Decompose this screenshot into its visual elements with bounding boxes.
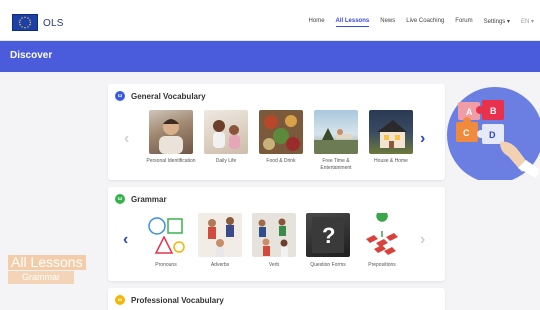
- lesson-tile-pronouns[interactable]: [144, 213, 188, 257]
- side-overlay-title: All Lessons: [8, 255, 86, 270]
- carousel-prev-icon[interactable]: ‹: [124, 131, 129, 147]
- page-title: Discover: [10, 50, 53, 61]
- section-badge-icon: ω: [115, 91, 125, 101]
- nav-news[interactable]: News: [380, 18, 395, 27]
- puzzle-piece-b: B: [490, 106, 497, 116]
- lesson-tile-verb[interactable]: [252, 213, 296, 257]
- section-header: ω Grammar: [115, 194, 167, 204]
- nav-language[interactable]: EN ▾: [521, 18, 534, 27]
- carousel-next-icon[interactable]: ›: [420, 232, 425, 248]
- section-title: Grammar: [131, 194, 167, 204]
- lesson-tile-food-drink[interactable]: [259, 110, 303, 154]
- lesson-tile-question-forms[interactable]: ?: [306, 213, 350, 257]
- carousel-next-icon[interactable]: ›: [420, 131, 425, 147]
- lesson-label: Question Forms: [310, 262, 346, 268]
- section-title: General Vocabulary: [131, 91, 206, 101]
- discover-band: Discover: [0, 41, 540, 72]
- section-badge-icon: ω: [115, 295, 125, 305]
- lesson-label: House & Home: [374, 158, 408, 164]
- puzzle-piece-d: D: [489, 130, 496, 140]
- lesson-label: Verb: [268, 262, 280, 268]
- lesson-tile-daily-life[interactable]: [204, 110, 248, 154]
- nav-forum[interactable]: Forum: [455, 18, 472, 27]
- top-navbar: OLS Home All Lessons News Live Coaching …: [0, 0, 540, 41]
- puzzle-illustration: A B C D: [440, 80, 540, 183]
- puzzle-piece-a: A: [466, 107, 473, 117]
- lesson-label: Adverbs: [210, 262, 230, 268]
- carousel-prev-icon[interactable]: ‹: [123, 232, 128, 248]
- nav-settings[interactable]: Settings ▾: [484, 18, 510, 27]
- section-grammar: ω Grammar ‹ › Pronouns Adverbs Verb ? Qu…: [108, 187, 445, 281]
- section-general-vocabulary: ω General Vocabulary ‹ › Personal Identi…: [108, 84, 445, 180]
- lesson-label: Pronouns: [155, 262, 177, 268]
- lesson-tile-prepositions[interactable]: [360, 213, 404, 257]
- lesson-label: Food & Drink: [266, 158, 296, 164]
- section-professional-vocabulary: ω Professional Vocabulary: [108, 288, 445, 310]
- nav-all-lessons[interactable]: All Lessons: [335, 18, 370, 27]
- section-header: ω General Vocabulary: [115, 91, 206, 101]
- question-mark-icon: ?: [322, 223, 335, 248]
- lesson-tile-house-home[interactable]: [369, 110, 413, 154]
- lesson-label: Daily Life: [215, 158, 237, 164]
- nav-live-coaching[interactable]: Live Coaching: [406, 18, 444, 27]
- section-header: ω Professional Vocabulary: [115, 295, 224, 305]
- section-title: Professional Vocabulary: [131, 295, 224, 305]
- puzzle-piece-c: C: [463, 128, 470, 138]
- lesson-tile-free-time[interactable]: [314, 110, 358, 154]
- nav-home[interactable]: Home: [309, 18, 325, 27]
- lesson-label: Personal Identification: [146, 158, 196, 164]
- eu-flag-icon[interactable]: [12, 14, 38, 31]
- side-overlay-subtitle: Grammar: [8, 271, 74, 284]
- lesson-label: Free Time & Entertainment: [320, 158, 352, 171]
- lesson-label: Prepositions: [368, 262, 396, 268]
- lesson-tile-adverbs[interactable]: [198, 213, 242, 257]
- section-badge-icon: ω: [115, 194, 125, 204]
- logo-text[interactable]: OLS: [43, 18, 64, 29]
- main-nav: Home All Lessons News Live Coaching Foru…: [309, 18, 534, 27]
- lesson-tile-personal-identification[interactable]: [149, 110, 193, 154]
